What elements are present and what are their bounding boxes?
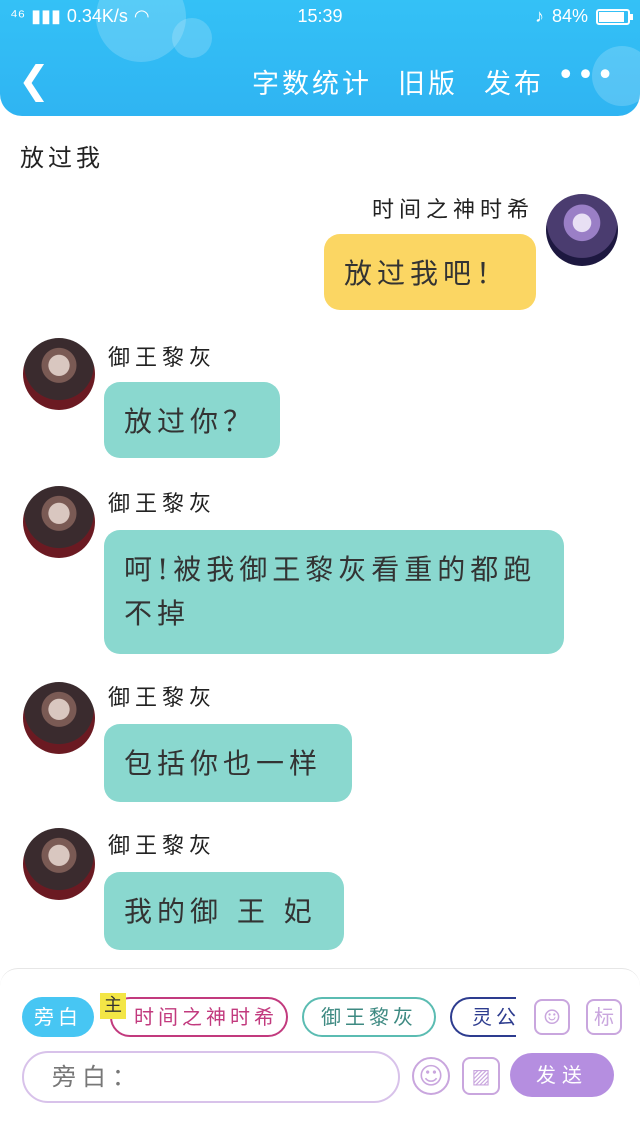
narration-line: 放过我 (20, 144, 104, 172)
battery-fill (599, 11, 625, 22)
avatar[interactable] (23, 828, 95, 900)
input-row: 旁白： ☺ ▨ 发送 (0, 1049, 640, 1105)
speaker-name: 时间之神时希 (371, 198, 534, 223)
message-bubble: 包括你也一样 (104, 724, 352, 802)
message-input[interactable]: 旁白： (22, 1051, 400, 1103)
word-count-button[interactable]: 字数统计 (252, 62, 372, 101)
role-chip-narration[interactable]: 旁白 (22, 997, 94, 1037)
old-version-button[interactable]: 旧版 (398, 62, 458, 101)
nav-bar: ❮ 字数统计 旧版 发布 ••• (0, 52, 640, 108)
composer-panel: 旁白 时间之神时希 主 御王黎灰 灵公 ☺ 标 旁白： ☺ ▨ 发送 (0, 968, 640, 1138)
role-chip-protagonist[interactable]: 时间之神时希 (110, 997, 288, 1037)
chat-area: 放过我 时间之神时希 放过我吧！ 御王黎灰 放过你？ 御王黎灰 呵!被我御王黎灰… (0, 116, 640, 968)
speaker-name: 御王黎灰 (108, 834, 217, 859)
more-options-icon[interactable]: ••• (557, 58, 616, 93)
mute-bell-icon: ♪ (534, 6, 544, 26)
back-chevron-icon[interactable]: ❮ (18, 56, 58, 104)
battery-percent: 84% (551, 6, 588, 26)
emoji-icon[interactable]: ☺ (412, 1057, 450, 1095)
avatar[interactable] (546, 194, 618, 266)
message-bubble: 放过我吧！ (324, 234, 536, 310)
send-button[interactable]: 发送 (510, 1053, 614, 1097)
protagonist-badge: 主 (100, 993, 126, 1019)
speaker-name: 御王黎灰 (108, 686, 217, 711)
add-role-icon[interactable]: ☺ (534, 999, 570, 1035)
publish-button[interactable]: 发布 (484, 62, 544, 101)
role-selector: 旁白 时间之神时希 主 御王黎灰 灵公 ☺ 标 (0, 993, 640, 1039)
battery-icon (596, 8, 633, 25)
role-chip-yuwang[interactable]: 御王黎灰 (302, 997, 436, 1037)
speaker-name: 御王黎灰 (108, 346, 217, 371)
avatar[interactable] (23, 486, 95, 558)
message-bubble: 呵!被我御王黎灰看重的都跑不掉 (104, 530, 564, 654)
image-icon[interactable]: ▨ (462, 1057, 500, 1095)
message-bubble: 我的御 王 妃 (104, 872, 344, 950)
status-right: ♪ 84% (534, 6, 633, 27)
avatar[interactable] (23, 682, 95, 754)
app-header: ⁴⁶ ▮▮▮ 0.34K/s ◠ 15:39 ♪ 84% ❮ 字数统计 旧版 发… (0, 0, 640, 116)
speaker-name: 御王黎灰 (108, 492, 217, 517)
avatar[interactable] (23, 338, 95, 410)
role-chip-linggong[interactable]: 灵公 (450, 997, 516, 1037)
nav-actions: 字数统计 旧版 发布 (252, 62, 544, 101)
mark-button[interactable]: 标 (586, 999, 622, 1035)
status-bar: ⁴⁶ ▮▮▮ 0.34K/s ◠ 15:39 ♪ 84% (0, 0, 640, 32)
message-bubble: 放过你？ (104, 382, 280, 458)
